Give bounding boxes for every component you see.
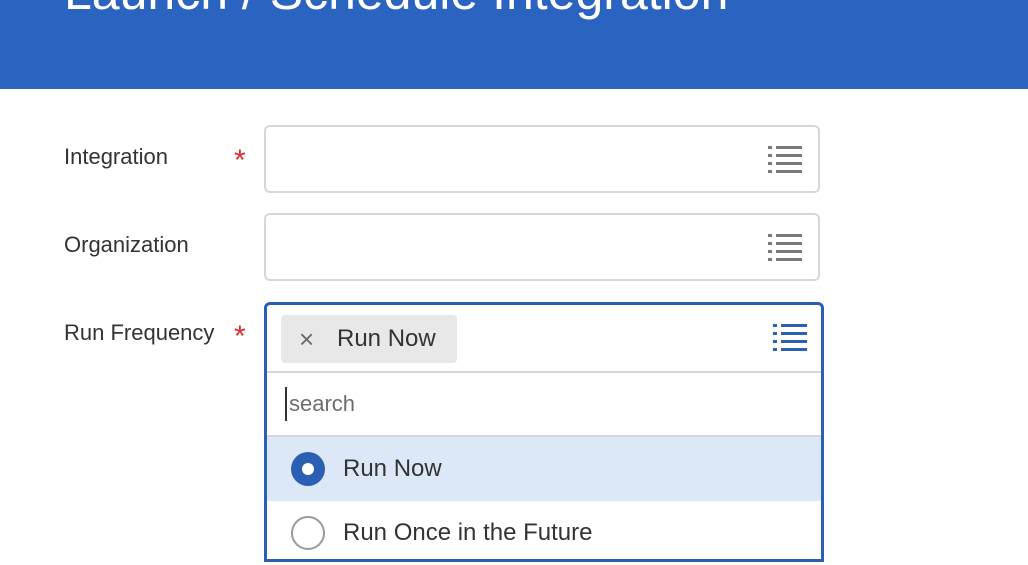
selected-value-pill: × Run Now <box>281 315 457 363</box>
run-frequency-dropdown[interactable]: × Run Now Run Now Run Once in the Future <box>264 302 824 562</box>
organization-label: Organization <box>64 232 189 257</box>
search-input[interactable] <box>285 387 789 421</box>
run-frequency-label: Run Frequency <box>64 320 215 345</box>
list-icon[interactable] <box>768 233 802 261</box>
run-frequency-required-mark: * <box>234 320 246 353</box>
radio-selected-icon[interactable] <box>291 452 325 486</box>
option-run-now[interactable]: Run Now <box>267 437 821 501</box>
integration-prompt-field[interactable] <box>264 125 820 193</box>
page-title: Launch / Schedule Integration <box>64 0 728 22</box>
integration-label: Integration <box>64 144 168 169</box>
radio-unselected-icon[interactable] <box>291 516 325 550</box>
remove-selection-icon[interactable]: × <box>299 325 314 353</box>
list-icon[interactable] <box>773 323 807 351</box>
list-icon[interactable] <box>768 145 802 173</box>
search-row <box>267 371 821 437</box>
page-header: Launch / Schedule Integration <box>0 0 1028 89</box>
option-label: Run Once in the Future <box>343 519 593 546</box>
selected-value-text: Run Now <box>337 325 436 352</box>
option-label: Run Now <box>343 455 442 482</box>
organization-prompt-field[interactable] <box>264 213 820 281</box>
integration-required-mark: * <box>234 144 246 177</box>
option-run-once-in-the-future[interactable]: Run Once in the Future <box>267 501 821 565</box>
